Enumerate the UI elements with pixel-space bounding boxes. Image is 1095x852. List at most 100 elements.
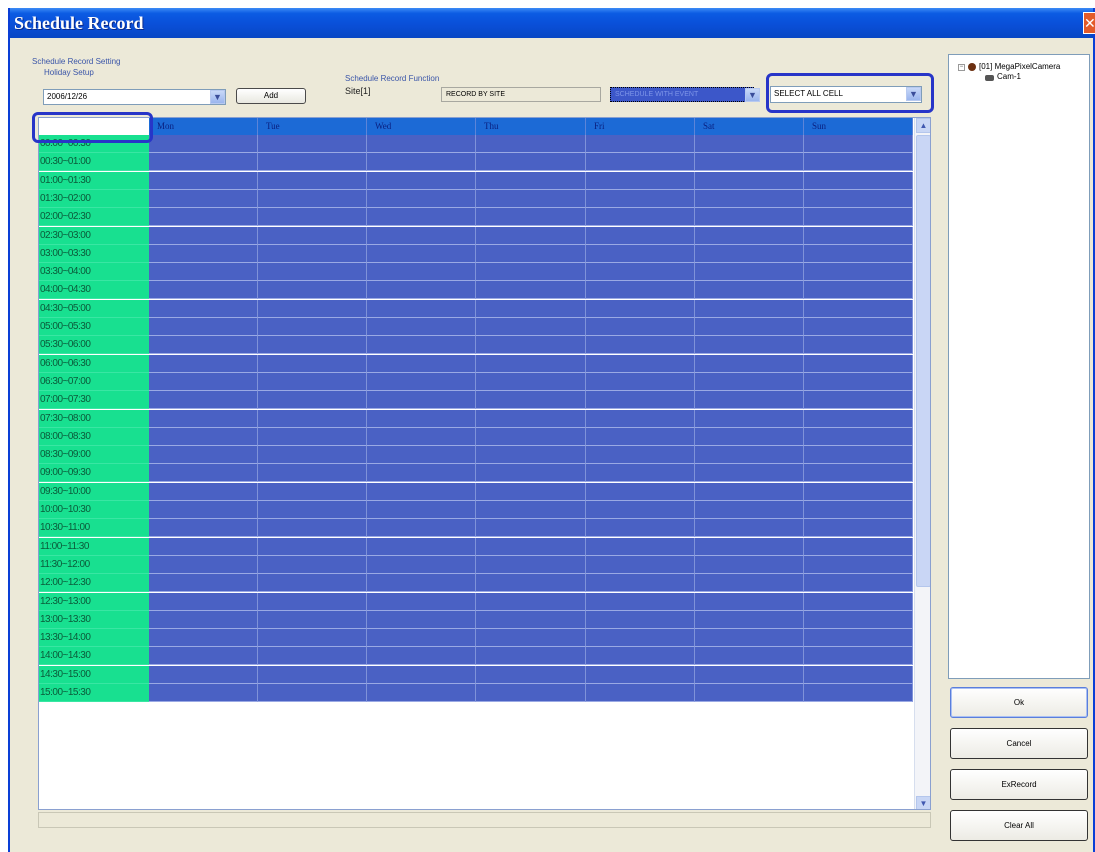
time-slot-label[interactable]: 11:00~11:30 — [39, 537, 149, 556]
schedule-cell[interactable] — [476, 501, 586, 519]
schedule-cell[interactable] — [258, 354, 367, 373]
schedule-cell[interactable] — [149, 519, 258, 538]
time-slot-label[interactable]: 06:30~07:00 — [39, 372, 149, 391]
schedule-cell[interactable] — [149, 299, 258, 318]
schedule-cell[interactable] — [476, 574, 586, 593]
schedule-cell[interactable] — [804, 263, 913, 282]
schedule-cell[interactable] — [367, 189, 476, 208]
schedule-cell[interactable] — [695, 208, 804, 227]
schedule-cell[interactable] — [586, 629, 695, 648]
schedule-cell[interactable] — [476, 189, 586, 208]
schedule-cell[interactable] — [476, 684, 586, 702]
schedule-cell[interactable] — [586, 610, 695, 629]
schedule-cell[interactable] — [586, 372, 695, 391]
schedule-cell[interactable] — [695, 684, 804, 702]
schedule-cell[interactable] — [149, 464, 258, 483]
schedule-cell[interactable] — [367, 610, 476, 629]
schedule-cell[interactable] — [367, 336, 476, 355]
schedule-cell[interactable] — [258, 427, 367, 446]
ok-button[interactable]: Ok — [950, 687, 1088, 718]
schedule-cell[interactable] — [586, 482, 695, 501]
schedule-cell[interactable] — [258, 208, 367, 227]
schedule-cell[interactable] — [476, 555, 586, 574]
schedule-cell[interactable] — [258, 153, 367, 172]
schedule-cell[interactable] — [149, 610, 258, 629]
schedule-cell[interactable] — [149, 189, 258, 208]
schedule-cell[interactable] — [367, 629, 476, 648]
schedule-cell[interactable] — [804, 647, 913, 666]
schedule-cell[interactable] — [476, 263, 586, 282]
record-by-site-box[interactable]: RECORD BY SITE — [441, 87, 601, 102]
schedule-cell[interactable] — [367, 574, 476, 593]
time-slot-label[interactable]: 07:30~08:00 — [39, 409, 149, 428]
schedule-cell[interactable] — [149, 482, 258, 501]
schedule-cell[interactable] — [149, 684, 258, 702]
schedule-cell[interactable] — [804, 336, 913, 355]
schedule-cell[interactable] — [695, 574, 804, 593]
schedule-cell[interactable] — [149, 226, 258, 245]
schedule-cell[interactable] — [476, 464, 586, 483]
schedule-cell[interactable] — [476, 482, 586, 501]
schedule-cell[interactable] — [804, 189, 913, 208]
time-slot-label[interactable]: 01:00~01:30 — [39, 171, 149, 190]
schedule-cell[interactable] — [367, 391, 476, 410]
time-slot-label[interactable]: 15:00~15:30 — [39, 684, 149, 702]
time-slot-label[interactable]: 04:30~05:00 — [39, 299, 149, 318]
schedule-cell[interactable] — [258, 537, 367, 556]
schedule-mode-select[interactable]: SCHEDULE WITH EVENT — [610, 87, 754, 102]
schedule-cell[interactable] — [258, 372, 367, 391]
time-slot-label[interactable]: 05:00~05:30 — [39, 318, 149, 336]
schedule-cell[interactable] — [476, 171, 586, 190]
vertical-scrollbar[interactable]: ▲ ▼ — [914, 118, 930, 809]
schedule-cell[interactable] — [258, 336, 367, 355]
schedule-cell[interactable] — [476, 208, 586, 227]
tree-site-node[interactable]: [01] MegaPixelCamera — [979, 62, 1060, 71]
schedule-cell[interactable] — [367, 555, 476, 574]
schedule-cell[interactable] — [586, 354, 695, 373]
schedule-cell[interactable] — [149, 153, 258, 172]
schedule-cell[interactable] — [804, 299, 913, 318]
schedule-cell[interactable] — [258, 446, 367, 465]
schedule-cell[interactable] — [476, 409, 586, 428]
schedule-cell[interactable] — [258, 263, 367, 282]
schedule-cell[interactable] — [476, 135, 586, 153]
schedule-cell[interactable] — [258, 464, 367, 483]
schedule-cell[interactable] — [586, 171, 695, 190]
time-slot-label[interactable]: 14:00~14:30 — [39, 647, 149, 666]
schedule-cell[interactable] — [149, 446, 258, 465]
schedule-cell[interactable] — [149, 574, 258, 593]
schedule-cell[interactable] — [149, 372, 258, 391]
schedule-cell[interactable] — [804, 427, 913, 446]
schedule-cell[interactable] — [695, 610, 804, 629]
schedule-cell[interactable] — [149, 409, 258, 428]
schedule-cell[interactable] — [586, 299, 695, 318]
schedule-cell[interactable] — [695, 263, 804, 282]
schedule-cell[interactable] — [695, 153, 804, 172]
schedule-cell[interactable] — [367, 244, 476, 263]
schedule-cell[interactable] — [258, 318, 367, 336]
time-slot-label[interactable]: 14:30~15:00 — [39, 665, 149, 684]
day-header[interactable]: Mon — [149, 118, 258, 135]
schedule-cell[interactable] — [258, 226, 367, 245]
schedule-cell[interactable] — [586, 519, 695, 538]
schedule-cell[interactable] — [586, 336, 695, 355]
schedule-cell[interactable] — [695, 409, 804, 428]
schedule-cell[interactable] — [149, 244, 258, 263]
schedule-cell[interactable] — [367, 665, 476, 684]
exrecord-button[interactable]: ExRecord — [950, 769, 1088, 800]
schedule-cell[interactable] — [804, 537, 913, 556]
schedule-cell[interactable] — [804, 372, 913, 391]
schedule-cell[interactable] — [476, 153, 586, 172]
time-slot-label[interactable]: 08:00~08:30 — [39, 427, 149, 446]
schedule-cell[interactable] — [367, 372, 476, 391]
schedule-cell[interactable] — [586, 501, 695, 519]
schedule-cell[interactable] — [804, 665, 913, 684]
schedule-cell[interactable] — [476, 446, 586, 465]
schedule-cell[interactable] — [804, 409, 913, 428]
schedule-cell[interactable] — [367, 263, 476, 282]
schedule-cell[interactable] — [586, 244, 695, 263]
schedule-cell[interactable] — [476, 537, 586, 556]
schedule-cell[interactable] — [695, 665, 804, 684]
schedule-cell[interactable] — [695, 336, 804, 355]
schedule-cell[interactable] — [586, 226, 695, 245]
